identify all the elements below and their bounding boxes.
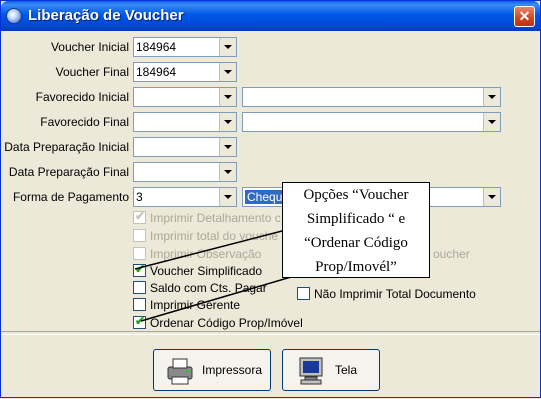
tela-button-label: Tela	[335, 363, 358, 377]
callout-line: Simplificado “ e	[306, 211, 406, 227]
monitor-icon	[299, 357, 323, 385]
callout-arrow-line	[134, 230, 283, 270]
callout-arrow-line	[140, 276, 292, 322]
printer-icon	[167, 358, 193, 385]
callout-line: “Ordenar Código	[304, 235, 408, 251]
callout-arrows	[134, 230, 292, 322]
tela-button[interactable]: Tela	[282, 349, 380, 391]
annotation-callout: Opções “Voucher Simplificado “ e “Ordena…	[282, 182, 430, 278]
impressora-button[interactable]: Impressora	[153, 349, 271, 391]
callout-line: Prop/Imovél”	[315, 259, 397, 275]
separator	[1, 331, 540, 335]
impressora-button-label: Impressora	[202, 363, 263, 377]
callout-line: Opções “Voucher	[303, 187, 409, 203]
dialog-window: Liberação de Voucher ✕ Voucher Inicial 1…	[0, 0, 541, 398]
